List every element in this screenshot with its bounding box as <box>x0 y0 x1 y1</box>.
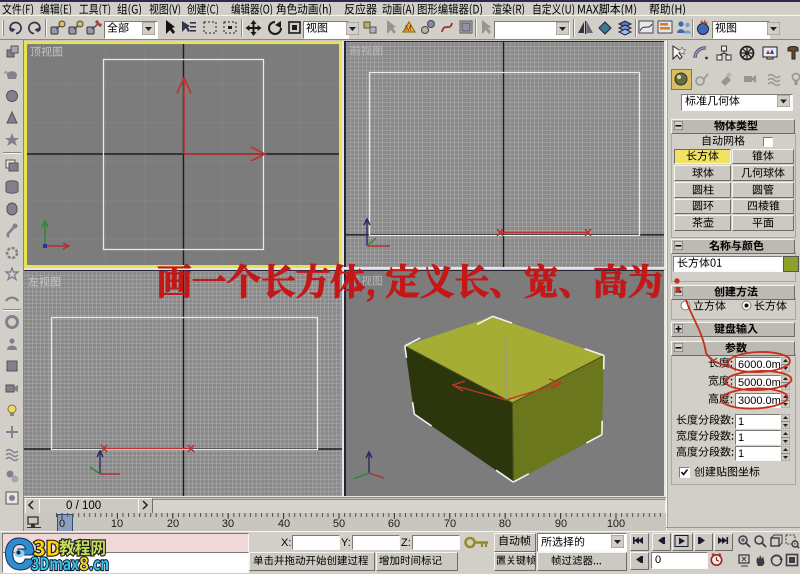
svg-text:M: M <box>405 24 412 33</box>
